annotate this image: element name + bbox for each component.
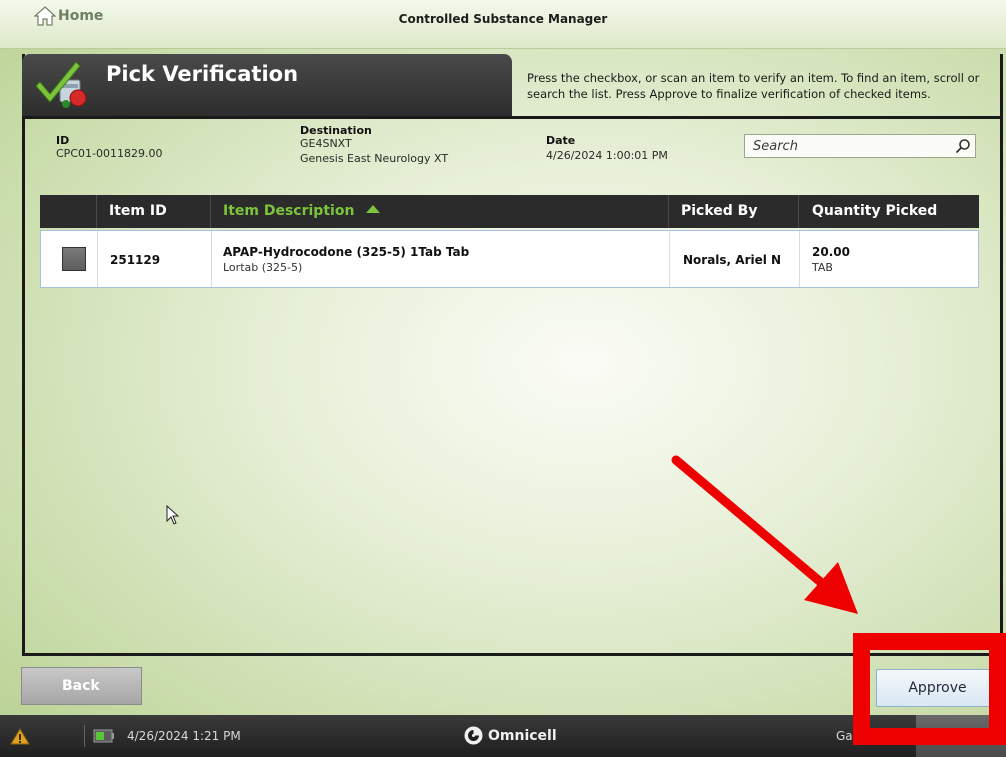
column-divider xyxy=(210,195,211,228)
omnicell-label: Omnicell xyxy=(488,727,557,744)
title-bar: Home Controlled Substance Manager xyxy=(0,0,1006,49)
date-field: Date 4/26/2024 1:00:01 PM xyxy=(546,124,668,162)
search-input[interactable] xyxy=(745,135,951,158)
destination-name: Genesis East Neurology XT xyxy=(300,152,449,165)
date-label: Date xyxy=(546,134,576,147)
red-arrow-annotation xyxy=(671,455,858,614)
red-highlight-box-annotation xyxy=(853,633,1006,745)
column-header-picked-by[interactable]: Picked By xyxy=(681,203,757,219)
mouse-cursor-icon xyxy=(166,505,180,525)
app-title: Controlled Substance Manager xyxy=(398,12,608,26)
item-description-cell: APAP-Hydrocodone (325-5) 1Tab Tab xyxy=(223,245,470,259)
item-id-cell: 251129 xyxy=(110,253,161,267)
warning-icon[interactable] xyxy=(10,728,30,745)
table-row[interactable]: 251129 APAP-Hydrocodone (325-5) 1Tab Tab… xyxy=(40,230,979,288)
sort-ascending-icon xyxy=(366,205,381,213)
destination-code: GE4SNXT xyxy=(300,137,352,150)
search-icon[interactable] xyxy=(955,138,971,154)
column-header-quantity-picked[interactable]: Quantity Picked xyxy=(812,203,937,219)
battery-icon xyxy=(93,729,114,743)
header-divider xyxy=(22,116,1003,119)
column-header-item-description-label: Item Description xyxy=(223,203,355,219)
checkmark-icon xyxy=(36,61,87,108)
cell-divider xyxy=(97,231,98,287)
item-brand-cell: Lortab (325-5) xyxy=(223,261,303,274)
omnicell-logo-icon xyxy=(464,726,483,745)
cell-divider xyxy=(211,231,212,287)
id-label: ID xyxy=(56,134,70,147)
id-value: CPC01-0011829.00 xyxy=(56,147,163,160)
date-value: 4/26/2024 1:00:01 PM xyxy=(546,149,668,162)
back-button[interactable]: Back xyxy=(21,667,142,705)
status-user[interactable]: Ga xyxy=(836,729,853,743)
column-divider xyxy=(96,195,97,228)
column-divider xyxy=(798,195,799,228)
verify-checkbox[interactable] xyxy=(62,247,86,271)
status-datetime: 4/26/2024 1:21 PM xyxy=(127,729,241,743)
table-header: Item ID Item Description Picked By Quant… xyxy=(40,195,979,228)
cell-divider xyxy=(799,231,800,287)
column-divider xyxy=(668,195,669,228)
omnicell-brand: Omnicell xyxy=(464,726,557,745)
destination-field: Destination GE4SNXT Genesis East Neurolo… xyxy=(300,124,448,165)
unit-cell: TAB xyxy=(812,261,833,274)
picked-by-cell: Norals, Ariel N xyxy=(683,253,782,267)
search-box[interactable] xyxy=(744,134,976,158)
status-divider xyxy=(84,725,85,747)
id-field: ID CPC01-0011829.00 xyxy=(56,124,162,160)
cell-divider xyxy=(669,231,670,287)
column-header-item-description[interactable]: Item Description xyxy=(223,203,381,219)
page-title: Pick Verification xyxy=(106,62,299,86)
quantity-cell: 20.00 xyxy=(812,245,850,259)
instructions-text: Press the checkbox, or scan an item to v… xyxy=(527,71,980,101)
destination-label: Destination xyxy=(300,124,372,137)
column-header-item-id[interactable]: Item ID xyxy=(109,203,167,219)
